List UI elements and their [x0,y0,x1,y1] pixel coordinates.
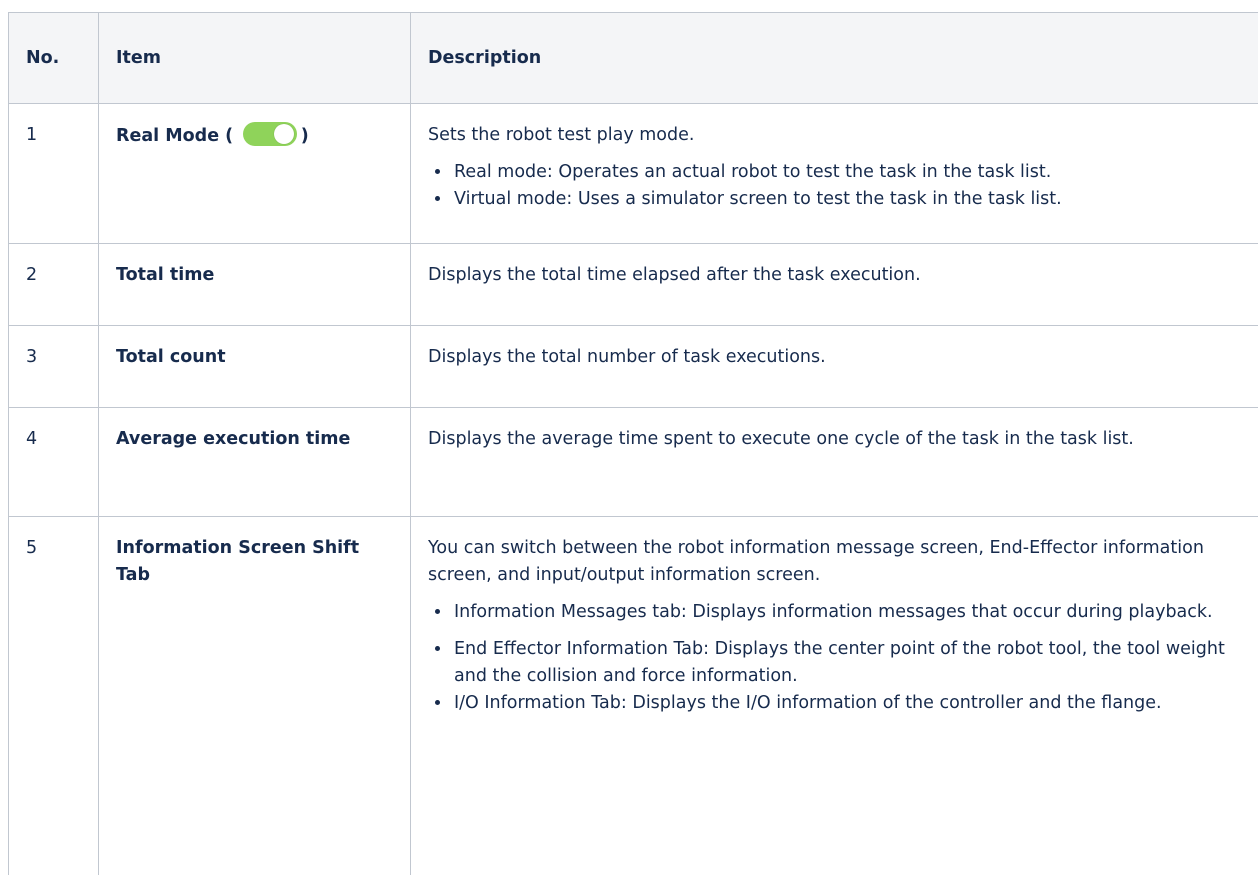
row-number: 2 [9,244,99,326]
row-description: Displays the total number of task execut… [411,326,1258,408]
description-text: Displays the average time spent to execu… [428,426,1256,453]
row-description: Displays the average time spent to execu… [411,408,1258,517]
bullet-item: Real mode: Operates an actual robot to t… [452,159,1256,186]
item-label: Total count [116,347,226,367]
toggle-knob [274,124,294,144]
row-item: Information Screen Shift Tab [99,517,411,875]
row-number: 1 [9,104,99,244]
row-item: Total time [99,244,411,326]
row-item: Total count [99,326,411,408]
row-number: 3 [9,326,99,408]
table-row: 4 Average execution time Displays the av… [9,408,1258,517]
item-label-suffix: ) [301,126,309,146]
description-bullet-list: Real mode: Operates an actual robot to t… [428,159,1256,213]
bullet-item: Virtual mode: Uses a simulator screen to… [452,186,1256,213]
row-description: Displays the total time elapsed after th… [411,244,1258,326]
real-mode-toggle-icon [243,122,297,146]
description-text: You can switch between the robot informa… [428,535,1256,589]
description-text: Sets the robot test play mode. [428,122,1256,149]
header-no: No. [9,13,99,104]
description-bullet-list: Information Messages tab: Displays infor… [428,599,1256,717]
row-description: Sets the robot test play mode. Real mode… [411,104,1258,244]
item-label-prefix: Real Mode ( [116,126,233,146]
table-row: 2 Total time Displays the total time ela… [9,244,1258,326]
table-header-row: No. Item Description [9,13,1258,104]
row-item: Average execution time [99,408,411,517]
description-table: No. Item Description 1 Real Mode ( ) Set… [8,12,1258,875]
row-number: 4 [9,408,99,517]
table-row: 3 Total count Displays the total number … [9,326,1258,408]
header-item: Item [99,13,411,104]
description-text: Displays the total number of task execut… [428,344,1256,371]
row-number: 5 [9,517,99,875]
item-label: Information Screen Shift Tab [116,538,359,585]
table-row: 5 Information Screen Shift Tab You can s… [9,517,1258,875]
row-item: Real Mode ( ) [99,104,411,244]
description-text: Displays the total time elapsed after th… [428,262,1256,289]
description-table-container: No. Item Description 1 Real Mode ( ) Set… [8,12,1258,875]
header-description: Description [411,13,1258,104]
item-label: Average execution time [116,429,350,449]
table-row: 1 Real Mode ( ) Sets the robot test play… [9,104,1258,244]
bullet-item: Information Messages tab: Displays infor… [452,599,1256,626]
item-label: Total time [116,265,214,285]
bullet-item: End Effector Information Tab: Displays t… [452,636,1256,690]
bullet-item: I/O Information Tab: Displays the I/O in… [452,690,1256,717]
row-description: You can switch between the robot informa… [411,517,1258,875]
